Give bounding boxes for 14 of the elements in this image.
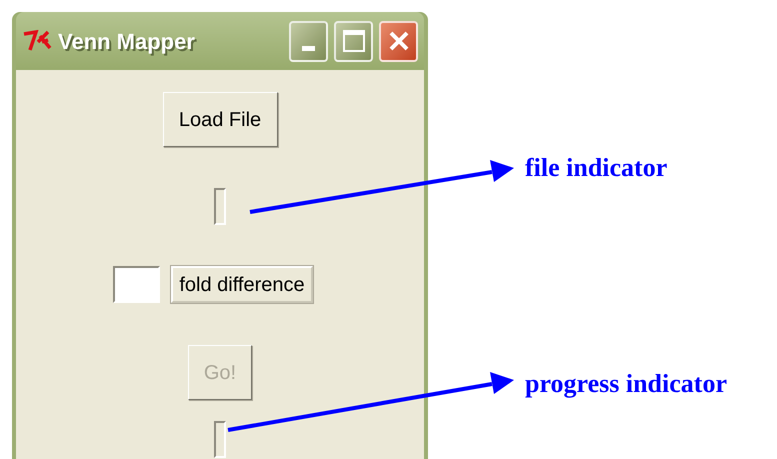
fold-difference-field[interactable] [113,266,160,303]
load-file-button[interactable]: Load File [162,92,278,147]
maximize-button[interactable] [334,20,373,62]
annotation-label: progress indicator [525,368,727,400]
maximize-icon [342,30,364,52]
close-button[interactable] [379,20,418,62]
minimize-icon [302,46,315,50]
indicator-bar [214,188,226,225]
minimize-button[interactable] [289,20,328,62]
annotation-label: file indicator [525,152,668,184]
fold-difference-label: fold difference [171,266,313,303]
close-icon [388,30,410,52]
window-title: Venn Mapper [58,28,195,56]
feather-logo-icon [22,30,52,52]
